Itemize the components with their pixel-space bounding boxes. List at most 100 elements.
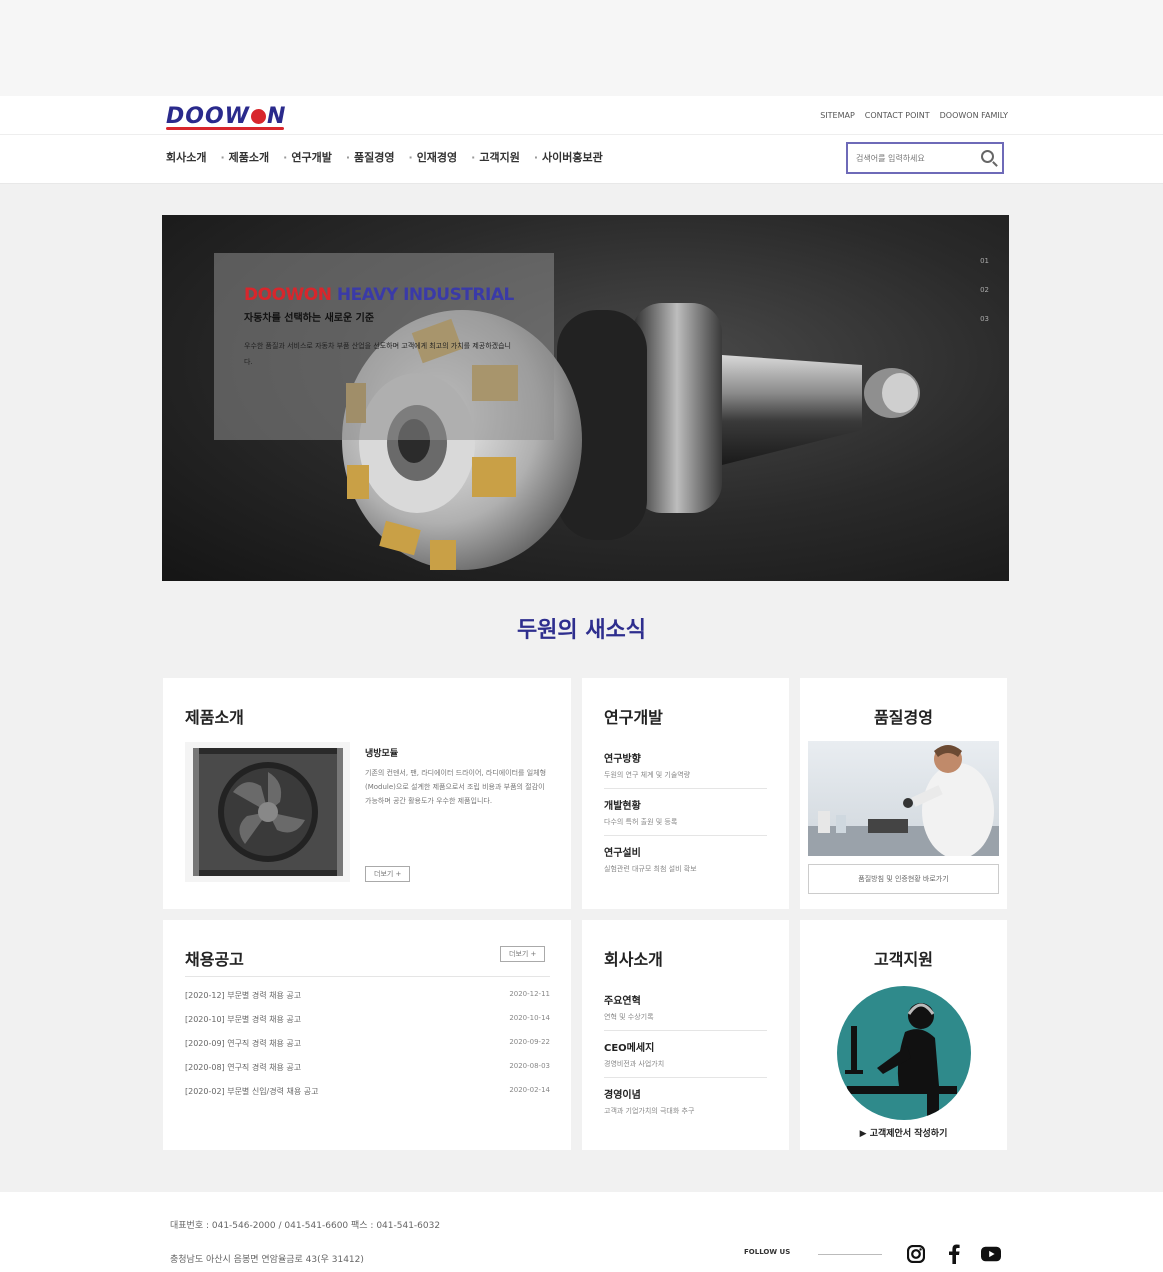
list-item-subtitle: 다수의 특허 출원 및 등록 [604,818,678,826]
hero-description: 우수한 품질과 서비스로 자동차 부품 산업을 선도하며 고객에게 최고의 가치… [244,342,511,366]
job-date: 2020-02-14 [509,1086,550,1094]
nav-item-quality[interactable]: 품질경영 [354,151,394,164]
table-row[interactable]: [2020-10] 부문별 경력 채용 공고 2020-10-14 [185,1014,550,1025]
rnd-list: 연구방향 두원의 연구 체계 및 기술역량 개발현황 다수의 특허 출원 및 등… [604,742,789,882]
search-input[interactable] [848,144,976,172]
hero-text-box: DOOWON HEAVY INDUSTRIAL 자동차를 선택하는 새로운 기준… [214,253,554,440]
list-item-title: 연구방향 [604,754,641,765]
nav-separator: · [220,151,225,164]
job-title: [2020-08] 연구직 경력 채용 공고 [185,1063,302,1072]
nav-separator: · [345,151,351,164]
list-item[interactable]: CEO메세지 경영비전과 사업가치 [604,1031,767,1078]
family-link[interactable]: DOOWON FAMILY [940,111,1008,120]
jobs-card: 채용공고 더보기 + [2020-12] 부문별 경력 채용 공고 2020-12… [163,920,571,1150]
list-item-title: CEO메세지 [604,1043,655,1054]
product-name[interactable]: 냉방모듈 [365,746,398,759]
pager-item-2[interactable]: 02 [980,286,989,294]
list-item[interactable]: 개발현황 다수의 특허 출원 및 등록 [604,789,767,836]
about-list: 주요연혁 연혁 및 수상기록 CEO메세지 경영비전과 사업가치 경영이념 고객… [604,984,789,1124]
about-title: 회사소개 [604,950,663,969]
table-row[interactable]: [2020-12] 부문별 경력 채용 공고 2020-12-11 [185,990,550,1001]
hero-title-red: DOOWON [244,285,332,305]
quality-title: 품질경영 [874,708,933,727]
youtube-icon[interactable] [981,1244,1001,1264]
quality-card: 품질경영 품질방침 및 인증현황 바로가기 [800,678,1007,909]
nav-item-rnd[interactable]: 연구개발 [291,151,331,164]
products-title: 제품소개 [185,708,244,727]
footer-address: 충청남도 아산시 음봉면 연암율금로 43(우 31412) [170,1255,364,1265]
divider [818,1254,882,1255]
sitemap-link[interactable]: SITEMAP [820,111,855,120]
nav-item-support[interactable]: 고객지원 [479,151,519,164]
nav-bar: 회사소개 · 제품소개 · 연구개발 · 품질경영 · 인재경영 · 고객지원 · 사이버홍… [0,134,1163,184]
job-title: [2020-09] 연구직 경력 채용 공고 [185,1039,302,1048]
site-footer: 대표번호 : 041-546-2000 / 041-541-6600 팩스 : … [0,1192,1163,1272]
logo-swoosh [166,127,284,130]
support-card: 고객지원 ▶ 고객제안서 작성하기 [800,920,1007,1150]
list-item-subtitle: 연혁 및 수상기록 [604,1013,654,1021]
nav-separator: · [533,151,539,164]
list-item[interactable]: 연구설비 실험관련 대규모 최첨 설비 확보 [604,836,767,882]
about-card: 회사소개 주요연혁 연혁 및 수상기록 CEO메세지 경영비전과 사업가치 경영… [582,920,789,1150]
facebook-icon[interactable] [944,1244,964,1264]
job-date: 2020-08-03 [509,1062,550,1070]
footer-contact: 대표번호 : 041-546-2000 / 041-541-6600 팩스 : … [170,1221,441,1231]
list-item-subtitle: 고객과 기업가치의 극대화 추구 [604,1107,695,1115]
hero-pager: 01 02 03 [980,257,989,323]
logo-dot [250,109,266,124]
job-title: [2020-10] 부문별 경력 채용 공고 [185,1015,302,1024]
nav-separator: · [471,151,476,164]
job-date: 2020-10-14 [509,1014,550,1022]
headset-agent-icon [836,986,971,1120]
pager-item-3[interactable]: 03 [980,315,989,323]
logo-text-start: DOOW [166,104,250,129]
nav-item-company[interactable]: 회사소개 [166,149,206,165]
logo-text-end: N [266,104,287,129]
proposal-link[interactable]: ▶ 고객제안서 작성하기 [800,1126,1007,1139]
hero-banner: DOOWON HEAVY INDUSTRIAL 자동차를 선택하는 새로운 기준… [162,215,1009,581]
nav-item-products[interactable]: 제품소개 [229,151,269,164]
products-more-button[interactable]: 더보기 + [365,866,411,882]
list-item-subtitle: 실험관련 대규모 최첨 설비 확보 [604,865,697,873]
nav-item-pr[interactable]: 사이버홍보관 [542,151,603,164]
contact-point-link[interactable]: CONTACT POINT [865,111,930,120]
search-icon[interactable] [981,150,994,163]
hero-title-blue: HEAVY INDUSTRIAL [331,285,514,305]
instagram-icon[interactable] [906,1244,926,1264]
list-item-title: 주요연혁 [604,996,641,1007]
rnd-title: 연구개발 [604,708,663,727]
job-date: 2020-12-11 [509,990,550,998]
job-title: [2020-12] 부문별 경력 채용 공고 [185,991,302,1000]
products-card: 제품소개 냉방모듈 기존의 컨덴서, 팬, 라디에이터 드라이어, 라디에이터를… [163,678,571,909]
list-item-title: 경영이념 [604,1090,641,1101]
nav-separator: · [408,151,413,164]
quality-link-button[interactable]: 품질방침 및 인증현황 바로가기 [808,864,999,894]
table-row[interactable]: [2020-08] 연구직 경력 채용 공고 2020-08-03 [185,1062,550,1073]
lab-technician-image [808,741,999,856]
jobs-more-button[interactable]: 더보기 + [500,946,546,962]
list-item-title: 연구설비 [604,848,641,859]
list-item[interactable]: 경영이념 고객과 기업가치의 극대화 추구 [604,1078,767,1124]
radiator-module-image[interactable] [185,742,350,882]
list-item[interactable]: 연구방향 두원의 연구 체계 및 기술역량 [604,742,767,789]
rnd-card: 연구개발 연구방향 두원의 연구 체계 및 기술역량 개발현황 다수의 특허 출… [582,678,789,909]
divider [185,976,550,977]
pager-item-1[interactable]: 01 [980,257,989,265]
job-date: 2020-09-22 [509,1038,550,1046]
product-description: 기존의 컨덴서, 팬, 라디에이터 드라이어, 라디에이터를 일체형(Modul… [365,769,547,805]
list-item-title: 개발현황 [604,801,641,812]
site-header: DOOW N SITEMAP CONTACT POINT DOOWON FAMIL… [0,96,1163,184]
nav-item-recruit[interactable]: 인재경영 [417,151,457,164]
search-box [846,142,1004,174]
hero-title: DOOWON HEAVY INDUSTRIAL [244,285,554,305]
main-nav: 회사소개 · 제품소개 · 연구개발 · 품질경영 · 인재경영 · 고객지원 · 사이버홍… [166,149,603,165]
follow-label: FOLLOW US [744,1248,791,1256]
table-row[interactable]: [2020-02] 부문별 신입/경력 채용 공고 2020-02-14 [185,1086,550,1097]
logo[interactable]: DOOW N [166,104,287,130]
table-row[interactable]: [2020-09] 연구직 경력 채용 공고 2020-09-22 [185,1038,550,1049]
section-title: 두원의 새소식 [516,618,647,643]
list-item[interactable]: 주요연혁 연혁 및 수상기록 [604,984,767,1031]
top-blank-area [0,0,1163,96]
hero-subtitle: 자동차를 선택하는 새로운 기준 [244,313,375,324]
utility-links: SITEMAP CONTACT POINT DOOWON FAMILY [820,111,1008,120]
